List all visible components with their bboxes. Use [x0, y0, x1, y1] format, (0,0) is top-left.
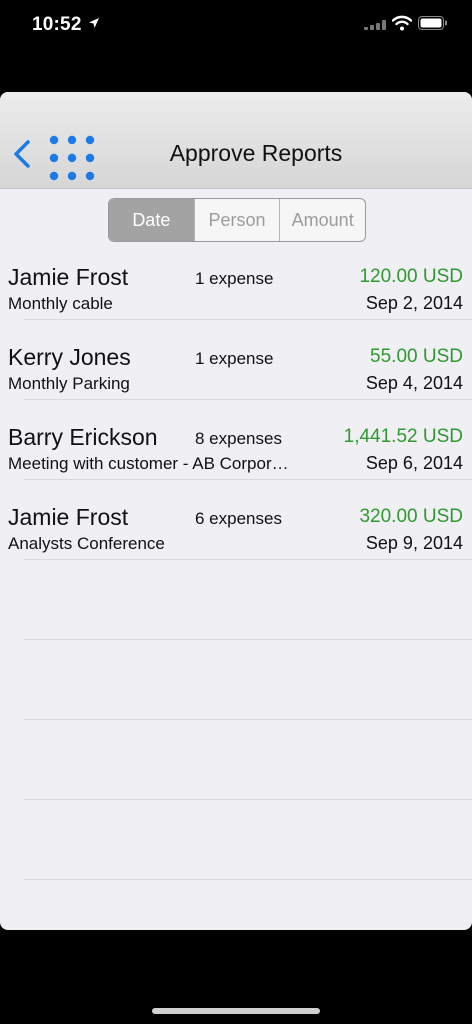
- approve-reports-screen: Approve Reports Date Person Amount Jamie…: [0, 92, 472, 930]
- report-date: Sep 6, 2014: [365, 453, 463, 473]
- page-title: Approve Reports: [169, 140, 343, 166]
- report-expense-count: 6 expenses: [195, 509, 282, 528]
- empty-list-row: [0, 720, 472, 800]
- sort-tab-amount[interactable]: Amount: [280, 199, 365, 241]
- status-time: 10:52: [32, 14, 82, 35]
- battery-icon: [418, 16, 447, 30]
- report-employee-name: Jamie Frost: [8, 264, 129, 290]
- report-description: Analysts Conference: [8, 534, 165, 553]
- report-row[interactable]: Kerry Jones 1 expense 55.00 USD Monthly …: [0, 320, 472, 400]
- report-expense-count: 1 expense: [195, 349, 274, 368]
- report-employee-name: Barry Erickson: [8, 424, 158, 450]
- report-date: Sep 2, 2014: [365, 293, 463, 313]
- reports-list: Jamie Frost 1 expense 120.00 USD Monthly…: [0, 240, 472, 880]
- report-expense-count: 1 expense: [195, 269, 274, 288]
- wifi-icon: [392, 15, 412, 31]
- sort-tab-person[interactable]: Person: [195, 199, 281, 241]
- home-indicator[interactable]: [152, 1008, 320, 1014]
- status-bar: 10:52: [0, 0, 472, 56]
- report-description: Meeting with customer - AB Corpor…: [8, 454, 289, 473]
- report-expense-count: 8 expenses: [195, 429, 282, 448]
- location-arrow-icon: [89, 18, 99, 28]
- empty-list-row: [0, 800, 472, 880]
- empty-list-row: [0, 560, 472, 640]
- sort-tab-date[interactable]: Date: [109, 199, 195, 241]
- report-amount: 1,441.52 USD: [343, 426, 463, 447]
- sort-segmented-control: Date Person Amount: [108, 198, 366, 242]
- empty-list-row: [0, 640, 472, 720]
- report-employee-name: Jamie Frost: [8, 504, 129, 530]
- report-row[interactable]: Jamie Frost 1 expense 120.00 USD Monthly…: [0, 240, 472, 320]
- navigation-bar: Approve Reports: [0, 92, 472, 189]
- report-date: Sep 4, 2014: [365, 373, 463, 393]
- report-amount: 120.00 USD: [359, 266, 463, 287]
- report-employee-name: Kerry Jones: [8, 344, 131, 370]
- cellular-signal-icon: [364, 20, 386, 30]
- report-description: Monthly cable: [8, 294, 113, 313]
- report-row[interactable]: Jamie Frost 6 expenses 320.00 USD Analys…: [0, 480, 472, 560]
- report-row[interactable]: Barry Erickson 8 expenses 1,441.52 USD M…: [0, 400, 472, 480]
- report-date: Sep 9, 2014: [365, 533, 463, 553]
- report-description: Monthly Parking: [8, 374, 130, 393]
- report-amount: 320.00 USD: [359, 506, 463, 527]
- report-amount: 55.00 USD: [370, 346, 463, 367]
